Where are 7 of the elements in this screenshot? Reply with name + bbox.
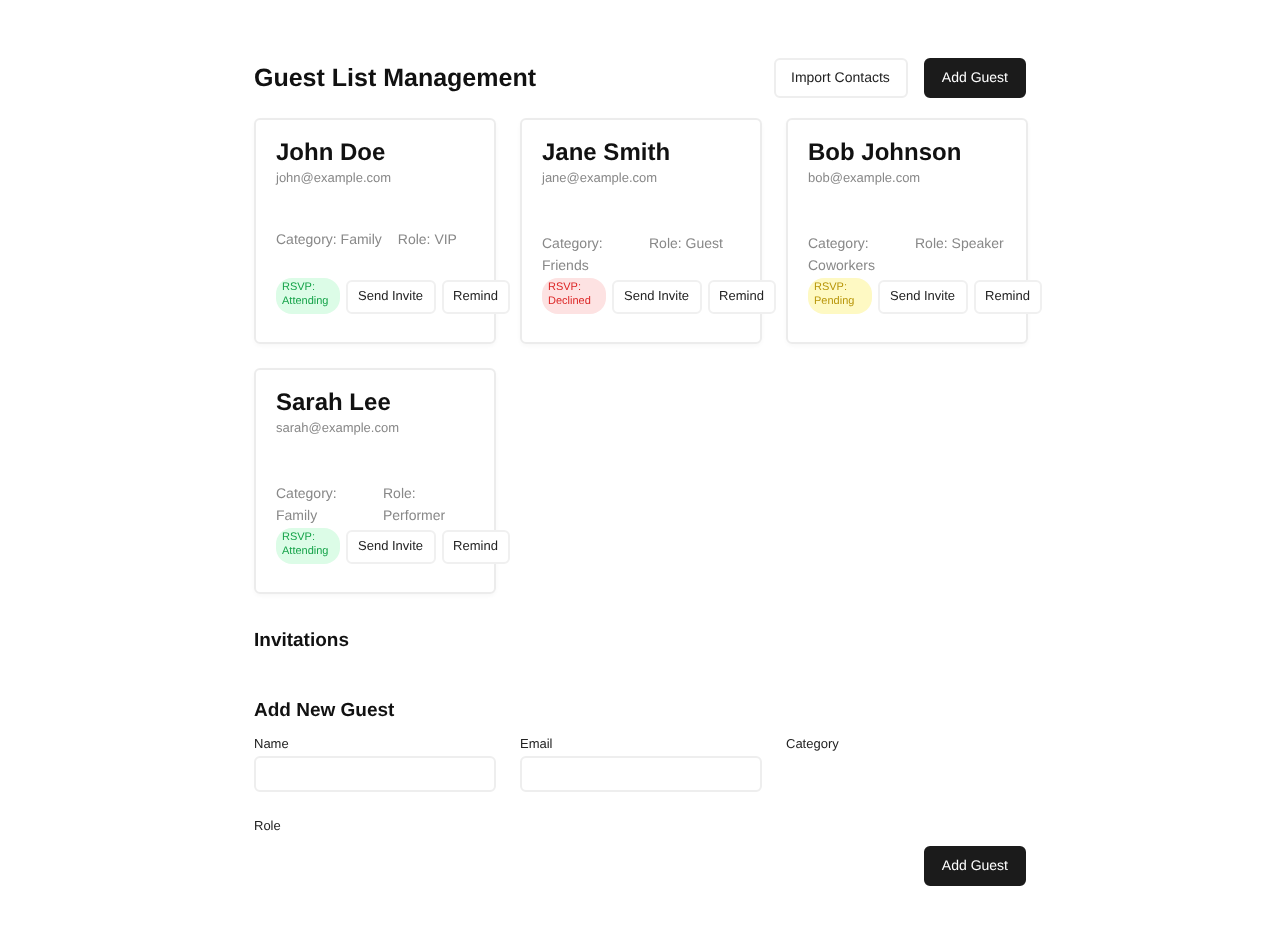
guest-name: Jane Smith	[542, 138, 673, 166]
guest-name: Bob Johnson	[808, 138, 964, 166]
section-title: Invitations	[254, 630, 352, 652]
guest-name: Sarah Lee	[276, 388, 393, 416]
guest-name: John Doe	[276, 138, 388, 166]
form-title: Add New Guest	[254, 700, 397, 722]
page-title: Guest List Management	[254, 64, 536, 92]
